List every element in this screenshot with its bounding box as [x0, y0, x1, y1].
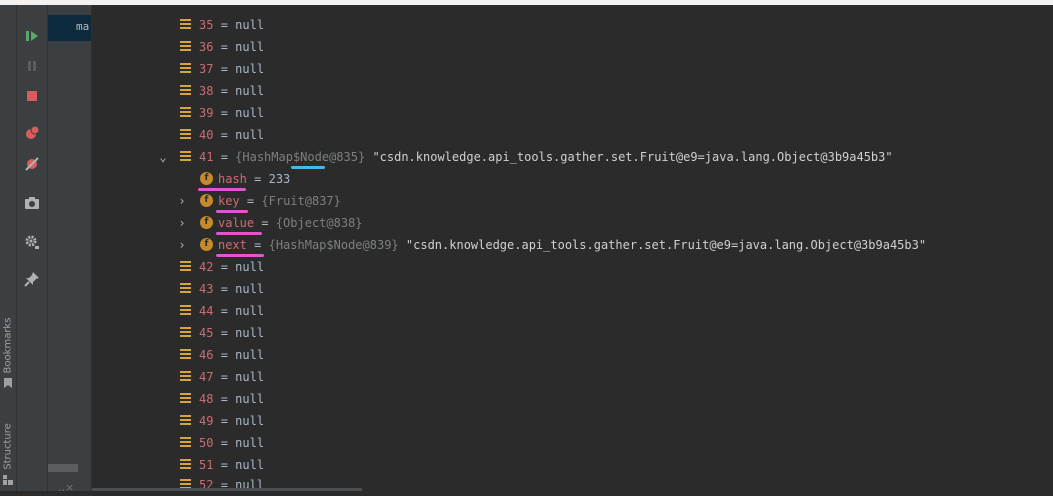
array-element-icon	[180, 107, 191, 118]
chevron-down-icon[interactable]: ⌄	[158, 146, 168, 168]
array-element-icon	[180, 393, 191, 404]
get-thread-dump-button[interactable]	[24, 195, 40, 211]
field-icon: f	[200, 216, 213, 229]
bookmark-icon	[4, 378, 12, 388]
array-element-icon	[180, 437, 191, 448]
field-icon: f	[200, 238, 213, 251]
structure-icon	[3, 475, 13, 485]
chevron-right-icon[interactable]: ›	[177, 212, 187, 234]
array-element-icon	[180, 63, 191, 74]
frames-scrollbar[interactable]	[48, 464, 78, 472]
frames-bottom-text: ..×	[58, 481, 75, 494]
array-element-icon	[180, 129, 191, 140]
selected-frame[interactable]: ma	[48, 15, 91, 41]
array-element-icon	[180, 151, 191, 162]
left-tool-strip: Bookmarks Structure	[0, 5, 17, 491]
debug-toolbar	[17, 5, 48, 491]
array-element-icon	[180, 305, 191, 316]
array-element-icon	[180, 41, 191, 52]
blue-underline-annotation	[291, 166, 325, 169]
field-icon: f	[200, 172, 213, 185]
array-element-icon	[180, 349, 191, 360]
array-element-icon	[180, 19, 191, 30]
settings-button[interactable]	[24, 234, 40, 250]
array-element-icon	[180, 261, 191, 272]
array-element-icon	[180, 415, 191, 426]
array-element-icon	[180, 283, 191, 294]
frame-label: ma	[76, 20, 90, 33]
pause-program-button[interactable]	[24, 58, 40, 74]
bookmarks-tab[interactable]: Bookmarks	[3, 318, 14, 374]
chevron-right-icon[interactable]: ›	[177, 234, 187, 256]
field-icon: f	[200, 194, 213, 207]
frames-panel: ma ..×	[48, 5, 92, 494]
chevron-right-icon[interactable]: ›	[177, 190, 187, 212]
mute-breakpoints-button[interactable]	[24, 156, 40, 172]
stop-button[interactable]	[24, 88, 40, 104]
pin-tab-button[interactable]	[24, 271, 40, 287]
structure-tab[interactable]: Structure	[3, 423, 14, 470]
array-element-icon	[180, 459, 191, 470]
array-element-icon	[180, 327, 191, 338]
array-element-icon	[180, 85, 191, 96]
view-breakpoints-button[interactable]	[24, 125, 40, 141]
variables-tree: 35 = null 36 = null 37 = null 38 = null …	[92, 5, 1053, 492]
resume-program-button[interactable]	[24, 28, 40, 44]
array-element-icon	[180, 371, 191, 382]
